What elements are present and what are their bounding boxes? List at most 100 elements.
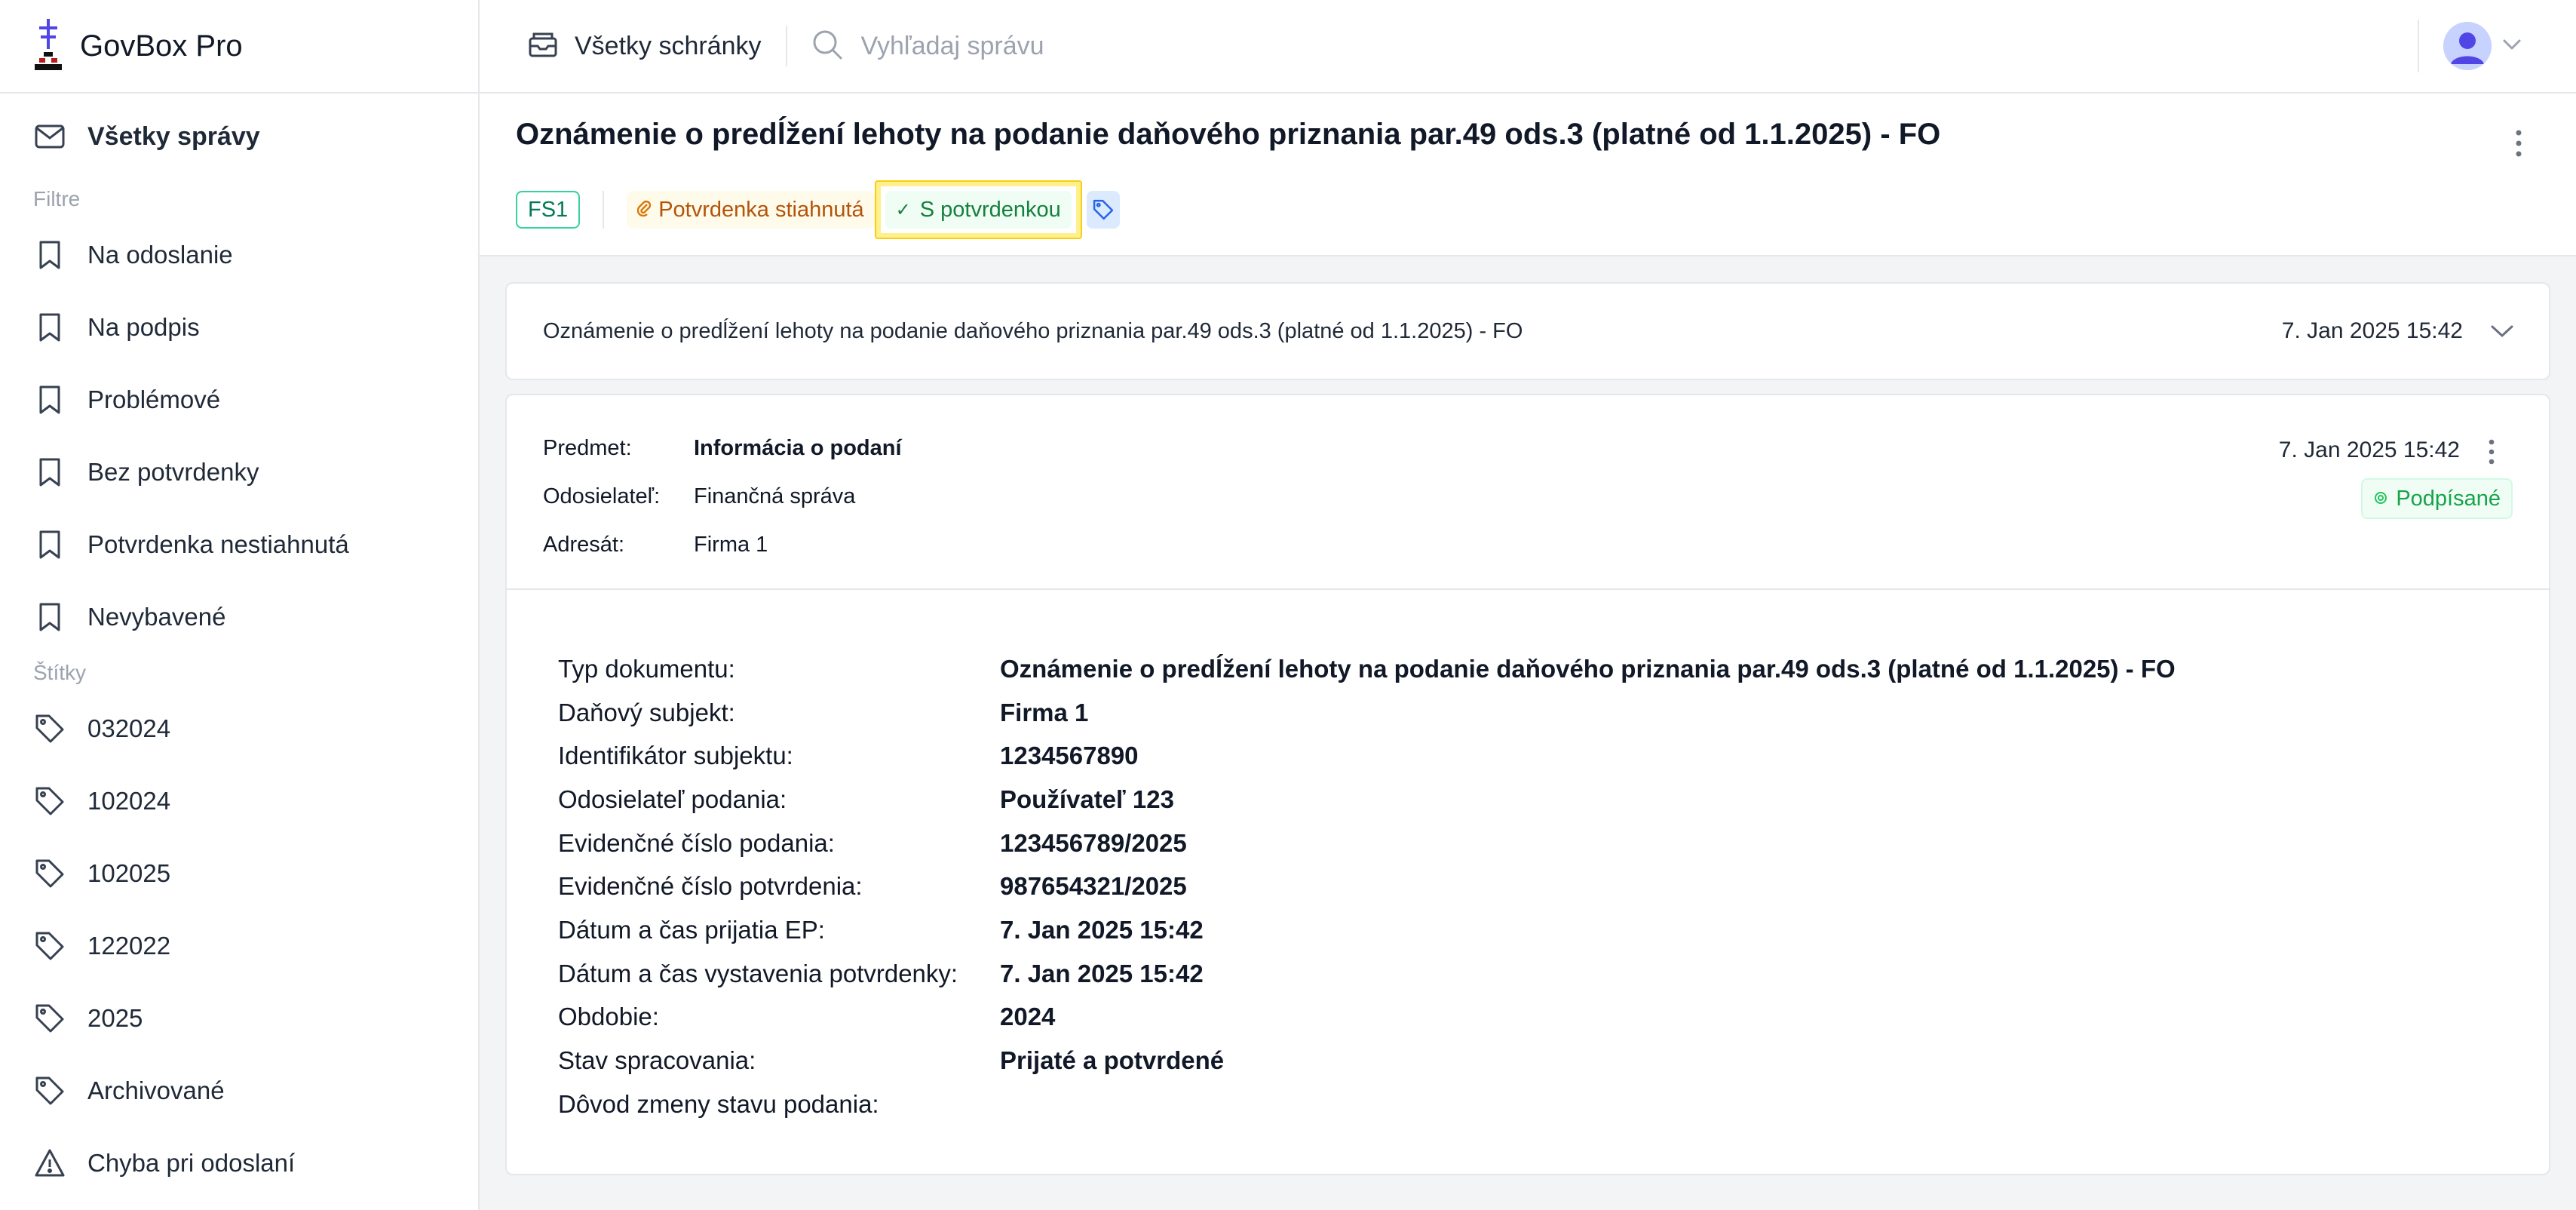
inbox-icon (528, 31, 558, 62)
avatar (2443, 22, 2492, 70)
tag-icon (33, 857, 66, 890)
message-header: Oznámenie o predĺžení lehoty na podanie … (480, 94, 2576, 256)
sidebar-item-label: Chyba pri odoslaní (87, 1149, 296, 1177)
sidebar-item-problemove[interactable]: Problémové (0, 364, 478, 436)
warning-icon (33, 1147, 66, 1180)
search-icon (811, 29, 843, 64)
sidebar-item-label: 2025 (87, 1004, 143, 1032)
field-label: Dôvod zmeny stavu podania: (558, 1089, 879, 1118)
field-value: Používateľ 123 (1000, 785, 1174, 813)
sidebar-item-nevybavene[interactable]: Nevybavené (0, 581, 478, 653)
sidebar-item-chyba-pri-odoslani[interactable]: Chyba pri odoslaní (0, 1127, 478, 1199)
meta-sender-row: Odosielateľ: Finančná správa (543, 484, 855, 509)
sidebar-item-label: 122022 (87, 932, 171, 960)
document-field-row: Odosielateľ podania: Používateľ 123 (558, 778, 2176, 822)
document-field-row: Dátum a čas vystavenia potvrdenky: 7. Ja… (558, 952, 2176, 996)
sidebar-item-label: Bez potvrdenky (87, 458, 259, 486)
sidebar-item-label: Potvrdenka nestiahnutá (87, 530, 349, 558)
bookmark-icon (33, 311, 66, 344)
field-label: Evidenčné číslo potvrdenia: (558, 872, 863, 901)
document-field-row: Dátum a čas prijatia EP: 7. Jan 2025 15:… (558, 908, 2176, 952)
meta-subject-value: Informácia o podaní (694, 436, 902, 460)
mailbox-tag[interactable]: FS1 (516, 191, 581, 229)
document-field-row: Stav spracovania: Prijaté a potvrdené (558, 1039, 2176, 1083)
highlight-box: ✓ S potvrdenkou (874, 180, 1082, 239)
sidebar-item-label: Problémové (87, 385, 221, 413)
receipt-downloaded-tag[interactable]: Potvrdenka stiahnutá (627, 191, 875, 229)
message-tags: FS1 Potvrdenka stiahnutá ✓ S potvrdenkou (516, 180, 1120, 239)
envelope-icon (33, 120, 66, 153)
field-label: Stav spracovania: (558, 1046, 756, 1075)
meta-subject-row: Predmet: Informácia o podaní (543, 436, 902, 461)
sidebar-item-na-podpis[interactable]: Na podpis (0, 291, 478, 364)
brand[interactable]: GovBox Pro (0, 0, 478, 94)
field-label: Obdobie: (558, 1003, 659, 1031)
field-value: 123456789/2025 (1000, 828, 1187, 857)
user-menu-button[interactable] (2418, 20, 2522, 72)
sidebar-item-label: 032024 (87, 714, 171, 742)
signed-badge: Podpísané (2361, 478, 2513, 519)
field-value: 7. Jan 2025 15:42 (1000, 915, 1204, 944)
sidebar: GovBox Pro Všetky správy Filtre Na odosl… (0, 0, 480, 1210)
document-field-row: Dôvod zmeny stavu podania: (558, 1083, 2176, 1126)
with-receipt-tag[interactable]: ✓ S potvrdenkou (885, 191, 1072, 229)
seal-icon (2373, 487, 2388, 511)
field-label: Identifikátor subjektu: (558, 742, 793, 770)
field-label: Typ dokumentu: (558, 654, 735, 683)
sidebar-item-potvrdenka-nestiahnuta[interactable]: Potvrdenka nestiahnutá (0, 508, 478, 581)
sidebar-item-tag-2025[interactable]: 2025 (0, 982, 478, 1055)
meta-recipient-label: Adresát: (543, 533, 624, 557)
add-tag-button[interactable] (1086, 191, 1120, 229)
field-value: Firma 1 (1000, 698, 1089, 726)
sidebar-item-tag-122022[interactable]: 122022 (0, 910, 478, 982)
thread-message-collapsed[interactable]: Oznámenie o predĺžení lehoty na podanie … (505, 282, 2550, 380)
meta-recipient-value: Firma 1 (694, 533, 768, 557)
bookmark-icon (33, 600, 66, 634)
filters-section-title: Filtre (33, 187, 81, 210)
search-input[interactable] (860, 31, 1540, 61)
sidebar-item-tag-archivovane[interactable]: Archivované (0, 1055, 478, 1127)
field-value: 987654321/2025 (1000, 872, 1187, 901)
document-field-row: Obdobie: 2024 (558, 996, 2176, 1040)
tag-icon (33, 785, 66, 818)
document-field-row: Evidenčné číslo podania: 123456789/2025 (558, 822, 2176, 865)
all-mailboxes-label: Všetky schránky (575, 31, 762, 60)
thread-message-subject: Oznámenie o predĺžení lehoty na podanie … (543, 318, 1523, 343)
kebab-icon (2489, 439, 2495, 465)
govbox-logo-icon (35, 19, 62, 70)
chevron-down-icon[interactable] (2490, 324, 2514, 338)
sidebar-item-bez-potvrdenky[interactable]: Bez potvrdenky (0, 436, 478, 508)
sidebar-item-tag-102025[interactable]: 102025 (0, 837, 478, 910)
search-bar (811, 29, 2418, 64)
sidebar-item-label: Archivované (87, 1076, 225, 1104)
brand-name: GovBox Pro (80, 29, 243, 63)
kebab-icon (2516, 130, 2522, 157)
message-actions-menu-button[interactable] (2504, 121, 2534, 166)
tag-icon (1093, 199, 1113, 220)
signed-badge-label: Podpísané (2396, 486, 2501, 511)
field-value: 7. Jan 2025 15:42 (1000, 959, 1204, 987)
sidebar-item-na-odoslanie[interactable]: Na odoslanie (0, 219, 478, 291)
chevron-down-icon (2502, 38, 2522, 54)
message-item-menu-button[interactable] (2476, 433, 2507, 471)
field-label: Daňový subjekt: (558, 698, 735, 726)
document-field-row: Daňový subjekt: Firma 1 (558, 691, 2176, 735)
tag-icon (33, 712, 66, 745)
all-mailboxes-button[interactable]: Všetky schránky (528, 31, 762, 62)
sidebar-item-label: Na odoslanie (87, 241, 233, 269)
meta-sender-value: Finančná správa (694, 484, 856, 508)
sidebar-item-all-messages[interactable]: Všetky správy (0, 94, 478, 180)
divider (603, 191, 605, 229)
sidebar-item-tag-032024[interactable]: 032024 (0, 693, 478, 765)
paperclip-icon (636, 198, 652, 223)
thread-message-date: 7. Jan 2025 15:42 (2281, 318, 2463, 343)
field-label: Odosielateľ podania: (558, 785, 787, 813)
tag-icon (33, 1074, 66, 1107)
top-bar: Všetky schránky (480, 0, 2576, 94)
message-title: Oznámenie o predĺžení lehoty na podanie … (516, 118, 1941, 151)
sidebar-item-label: 102025 (87, 859, 171, 887)
message-meta: Predmet: Informácia o podaní Odosielateľ… (507, 395, 2549, 590)
meta-sender-label: Odosielateľ: (543, 484, 661, 508)
bookmark-icon (33, 238, 66, 272)
sidebar-item-tag-102024[interactable]: 102024 (0, 765, 478, 837)
